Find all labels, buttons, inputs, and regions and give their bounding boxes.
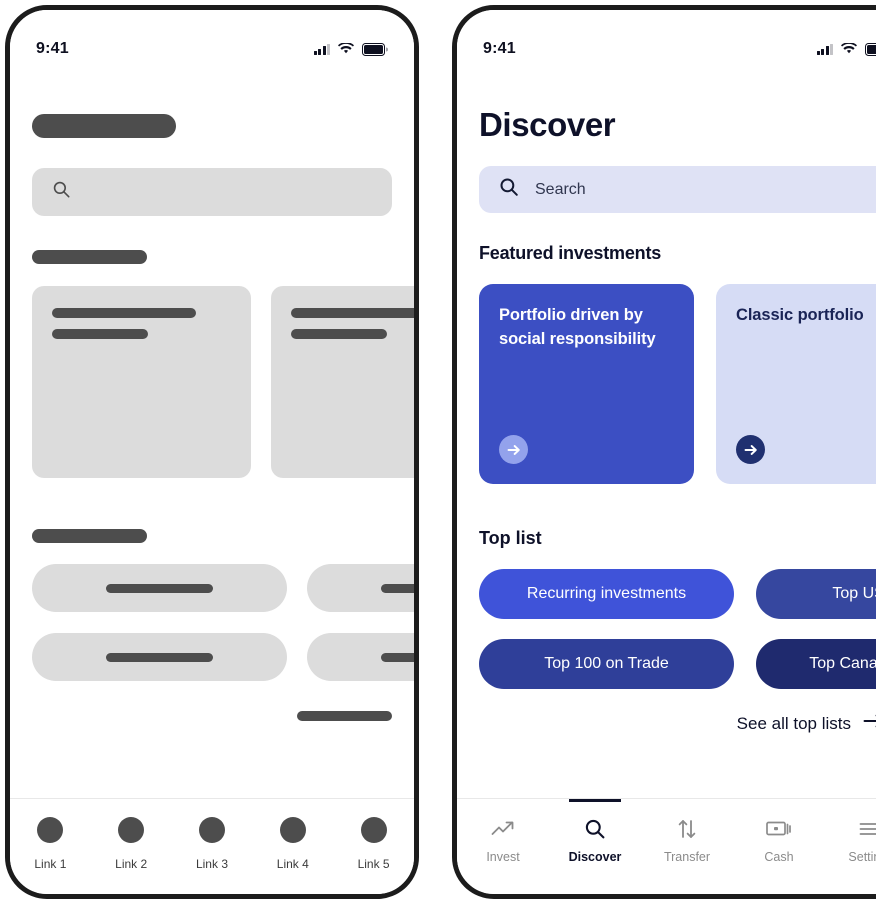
skeleton-featured-row [32,286,414,478]
tab-label: Link 2 [115,857,148,871]
skeleton-line [106,583,213,593]
skeleton-section-heading-featured [32,250,147,264]
page-title: Discover [479,106,616,143]
arrow-right-circle-icon[interactable] [736,435,765,464]
skeleton-pill-row [32,633,414,681]
tab-invest[interactable]: Invest [457,817,549,864]
skeleton-pill[interactable] [32,633,287,681]
search-icon [584,817,606,841]
sidebar-item-link-3[interactable]: Link 3 [172,817,253,871]
featured-card-title: Portfolio driven by social responsibilit… [499,306,656,348]
dot-icon [37,817,64,843]
tab-cash[interactable]: Cash [733,817,825,864]
section-heading-top-list: Top list [479,528,542,548]
top-list-row-2: Top 100 on Trade Top Canadian stocks [479,639,876,689]
featured-card-title: Classic portfolio [736,306,864,324]
bottom-tab-bar: Invest Discover Transfer Cash Setti [457,798,876,894]
skeleton-line [381,652,414,662]
sidebar-item-link-2[interactable]: Link 2 [91,817,172,871]
top-list-pill-top-canadian-stocks[interactable]: Top Canadian stocks [756,639,876,689]
skeleton-featured-card[interactable] [271,286,414,478]
status-bar: 9:41 [10,10,414,66]
tab-label: Link 4 [276,857,309,871]
featured-card-classic-portfolio[interactable]: Classic portfolio [716,284,876,484]
top-list-pill-top-us-stocks[interactable]: Top US stocks [756,569,876,619]
discover-content: Discover Search Featured investments Por… [457,66,876,798]
tab-label: Cash [764,850,794,864]
skeleton-line [291,329,387,339]
dot-icon [360,817,387,843]
active-tab-indicator [569,799,621,802]
discover-screen: 9:41 Discover Search Featured investment… [457,10,876,894]
banknote-icon [766,817,792,841]
tab-label: Link 1 [34,857,67,871]
wifi-icon [841,43,857,55]
top-list-row-1: Recurring investments Top US stocks [479,569,876,619]
skeleton-content [10,66,414,798]
featured-card-social-responsibility[interactable]: Portfolio driven by social responsibilit… [479,284,694,484]
tab-label: Settings [848,850,876,864]
status-time: 9:41 [483,40,516,57]
dot-icon [279,817,306,843]
section-heading-featured: Featured investments [479,243,662,263]
sidebar-item-link-1[interactable]: Link 1 [10,817,91,871]
search-input[interactable]: Search [479,166,876,213]
sidebar-item-link-5[interactable]: Link 5 [333,817,414,871]
skeleton-search-input[interactable] [32,168,392,216]
tab-label: Invest [486,850,520,864]
sidebar-item-link-4[interactable]: Link 4 [252,817,333,871]
tab-label: Discover [568,850,622,864]
skeleton-featured-card[interactable] [32,286,251,478]
status-icons [816,42,876,56]
skeleton-section-heading-toplist [32,529,147,543]
discover-phone-frame: 9:41 Discover Search Featured investment… [452,5,876,899]
top-list-pill-recurring-investments[interactable]: Recurring investments [479,569,734,619]
dot-icon [198,817,225,843]
see-all-top-lists-link[interactable]: See all top lists [479,713,876,734]
search-placeholder: Search [535,180,586,198]
skeleton-line [291,308,414,318]
skeleton-pill-row [32,564,414,612]
skeleton-tab-bar: Link 1 Link 2 Link 3 Link 4 Link 5 [10,798,414,894]
skeleton-line [381,583,414,593]
skeleton-pill[interactable] [307,633,414,681]
see-all-label: See all top lists [736,713,851,733]
featured-cards-row: Portfolio driven by social responsibilit… [479,284,876,484]
skeleton-pill[interactable] [307,564,414,612]
skeleton-line [52,308,196,318]
battery-icon [865,42,876,56]
skeleton-page-title [32,114,176,138]
status-icons [313,42,388,56]
wifi-icon [338,43,354,55]
top-list-pill-top-100-on-trade[interactable]: Top 100 on Trade [479,639,734,689]
search-icon [52,180,71,204]
status-time: 9:41 [36,40,69,57]
tab-transfer[interactable]: Transfer [641,817,733,864]
screenshot-stage: 9:41 Link 1 Link 2 Link 3 Link 4 Link 5 … [0,0,876,904]
arrow-right-icon [863,713,876,734]
tab-label: Transfer [663,850,711,864]
skeleton-pill[interactable] [32,564,287,612]
tab-label: Link 3 [195,857,228,871]
status-bar: 9:41 [457,10,876,66]
battery-icon [362,42,388,56]
transfer-arrows-icon [676,817,698,841]
signal-bars-icon [816,43,833,55]
skeleton-screen: 9:41 Link 1 Link 2 Link 3 Link 4 Link 5 [10,10,414,894]
hamburger-menu-icon [859,817,876,841]
tab-settings[interactable]: Settings [825,817,876,864]
trend-up-icon [491,817,516,841]
tab-label: Link 5 [357,857,390,871]
arrow-right-circle-icon[interactable] [499,435,528,464]
skeleton-line [106,652,213,662]
search-icon [499,177,519,202]
tab-discover[interactable]: Discover [549,799,641,864]
skeleton-see-all-link[interactable] [297,711,392,721]
dot-icon [118,817,145,843]
signal-bars-icon [313,43,330,55]
skeleton-phone-frame: 9:41 Link 1 Link 2 Link 3 Link 4 Link 5 [5,5,419,899]
skeleton-line [52,329,148,339]
